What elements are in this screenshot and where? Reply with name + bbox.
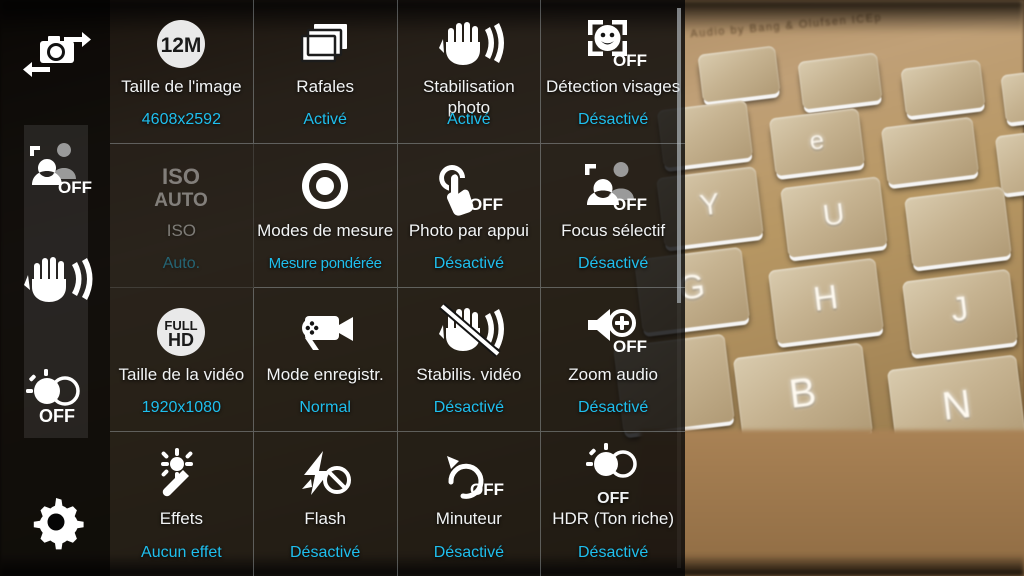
- 12m-badge-icon: 12M: [135, 14, 227, 74]
- svg-text:OFF: OFF: [39, 406, 75, 426]
- tile-flash[interactable]: Flash Désactivé: [254, 432, 398, 576]
- sidebar-item-hdr[interactable]: OFF: [8, 358, 104, 438]
- tile-value: Désactivé: [433, 255, 504, 272]
- hand-wave-icon: [423, 14, 515, 74]
- svg-text:OFF: OFF: [613, 195, 647, 214]
- keyboard-key: J: [901, 268, 1019, 356]
- svg-text:OFF: OFF: [613, 337, 647, 356]
- left-sidebar: OFF OFF: [0, 0, 110, 576]
- tile-value: Activé: [303, 111, 347, 128]
- tile-video-stabilization[interactable]: Stabilis. vidéo Désactivé: [397, 288, 542, 432]
- tile-badge: OFF: [597, 490, 630, 507]
- tile-burst-shot[interactable]: Rafales Activé: [253, 0, 398, 144]
- sidebar-item-settings[interactable]: [8, 482, 104, 562]
- tap-hand-icon: OFF: [423, 158, 515, 218]
- tile-video-size[interactable]: FULL HD Taille de la vidéo 1920x1080: [110, 288, 254, 432]
- tile-timer[interactable]: OFF Minuteur Désactivé: [398, 432, 542, 576]
- hand-wave-off-icon: [423, 302, 515, 362]
- camera-settings-screen: e Y U G H J B N Audio by Bang & Olufsen …: [0, 0, 1024, 576]
- settings-grid: 12M Taille de l'image 4608x2592 Rafales …: [110, 0, 685, 576]
- hdr-circles-icon: OFF: [20, 367, 92, 429]
- svg-text:HD: HD: [168, 330, 194, 350]
- tile-label: HDR (Ton riche): [552, 509, 675, 528]
- sidebar-item-selfie-focus[interactable]: OFF: [8, 128, 104, 208]
- keyboard-key: [880, 116, 980, 186]
- camcorder-icon: [279, 302, 371, 362]
- gear-icon: [20, 491, 92, 553]
- timer-icon: OFF: [423, 446, 515, 506]
- magic-wand-icon: [135, 446, 227, 506]
- burst-stack-icon: [279, 14, 371, 74]
- keyboard-key: U: [780, 176, 888, 258]
- tile-hdr-rich-tone[interactable]: OFF HDR (Ton riche) Désactivé: [541, 432, 685, 576]
- svg-text:AUTO: AUTO: [155, 190, 208, 211]
- tile-value: Désactivé: [578, 544, 649, 561]
- keyboard-key: [797, 52, 883, 110]
- iso-text-icon: ISO AUTO: [135, 158, 227, 218]
- face-detect-icon: OFF: [567, 14, 659, 74]
- tile-label: Focus sélectif: [561, 221, 666, 240]
- tile-label: Taille de la vidéo: [118, 365, 245, 384]
- tile-label: Zoom audio: [568, 365, 659, 384]
- svg-text:OFF: OFF: [470, 480, 504, 499]
- sidebar-item-switch-camera[interactable]: [8, 12, 104, 92]
- keyboard-key: H: [767, 257, 885, 345]
- tile-value: Mesure pondérée: [268, 255, 382, 272]
- keyboard-key: e: [768, 107, 866, 177]
- tile-value: Désactivé: [433, 544, 504, 561]
- keyboard-key: [697, 45, 781, 103]
- tile-label: Détection visages: [546, 77, 681, 96]
- tile-value: Désactivé: [290, 544, 361, 561]
- speaker-plus-icon: OFF: [567, 302, 659, 362]
- tile-value: Auto.: [162, 255, 201, 272]
- fullhd-badge-icon: FULL HD: [135, 302, 227, 362]
- tile-value: Désactivé: [578, 255, 649, 272]
- tile-label: Minuteur: [435, 509, 502, 528]
- svg-text:12M: 12M: [161, 34, 202, 57]
- tile-value: 1920x1080: [141, 399, 221, 416]
- keyboard-key: [904, 186, 1012, 268]
- tile-label: Modes de mesure: [257, 221, 394, 240]
- tile-label: Effets: [159, 509, 203, 528]
- tile-label: Stabilis. vidéo: [416, 365, 522, 384]
- tile-value: Désactivé: [433, 399, 504, 416]
- keyboard-key: [900, 59, 986, 117]
- person-detect-icon: OFF: [20, 137, 92, 199]
- tile-iso[interactable]: ISO AUTO ISO Auto.: [110, 144, 254, 288]
- tile-label: ISO: [166, 221, 197, 240]
- svg-text:OFF: OFF: [613, 51, 647, 70]
- hdr-circles-icon: [567, 442, 659, 488]
- svg-text:ISO: ISO: [162, 164, 200, 189]
- tile-label: Flash: [304, 509, 346, 528]
- tile-value: 4608x2592: [141, 111, 221, 128]
- settings-scrollbar-thumb[interactable]: [677, 8, 681, 303]
- tile-selective-focus[interactable]: OFF Focus sélectif Désactivé: [541, 144, 685, 288]
- svg-text:OFF: OFF: [469, 195, 503, 214]
- tile-label: Mode enregistr.: [266, 365, 384, 384]
- tile-value: Désactivé: [578, 399, 649, 416]
- tile-picture-size[interactable]: 12M Taille de l'image 4608x2592: [110, 0, 254, 144]
- tile-value: Aucun effet: [141, 544, 222, 561]
- tile-value: Normal: [299, 399, 351, 416]
- sidebar-item-gesture-shot[interactable]: [8, 240, 104, 320]
- tile-audio-zoom[interactable]: OFF Zoom audio Désactivé: [541, 288, 685, 432]
- tile-picture-stabilization[interactable]: Stabilisation photo Activé: [397, 0, 542, 144]
- camera-switch-icon: [20, 21, 92, 83]
- tile-label: Photo par appui: [408, 221, 529, 240]
- tile-face-detection[interactable]: OFF Détection visages Désactivé: [541, 0, 685, 144]
- svg-text:OFF: OFF: [58, 178, 92, 197]
- hand-wave-icon: [20, 249, 93, 311]
- tile-label: Taille de l'image: [121, 77, 242, 96]
- tile-metering-modes[interactable]: Modes de mesure Mesure pondérée: [253, 144, 398, 288]
- tile-recording-mode[interactable]: Mode enregistr. Normal: [253, 288, 398, 432]
- tile-label: Rafales: [296, 77, 354, 96]
- person-detect-icon: OFF: [567, 158, 659, 218]
- tile-value: Activé: [447, 111, 491, 128]
- metering-icon: [279, 158, 371, 218]
- tile-value: Désactivé: [578, 111, 649, 128]
- tile-effects[interactable]: Effets Aucun effet: [110, 432, 254, 576]
- flash-off-icon: [279, 446, 371, 506]
- tile-tap-to-take-pics[interactable]: OFF Photo par appui Désactivé: [397, 144, 542, 288]
